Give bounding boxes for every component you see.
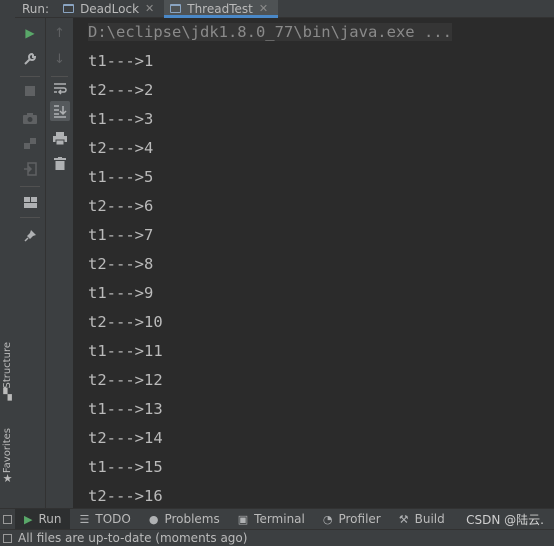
close-icon[interactable]: ✕ — [259, 2, 268, 15]
layout-button[interactable] — [15, 191, 45, 213]
scroll-to-end-icon — [49, 101, 70, 121]
pin-button[interactable] — [15, 224, 45, 246]
favorites-tab[interactable]: Favorites ★ — [0, 428, 15, 485]
structure-label: Structure — [2, 342, 13, 389]
run-icon: ▶ — [24, 512, 33, 526]
print-button[interactable] — [46, 127, 73, 149]
console-line: t2--->8 — [88, 255, 154, 273]
tab-label: ThreadTest — [187, 1, 253, 16]
play-icon: ▶ — [25, 26, 35, 40]
layout-icon — [20, 192, 40, 212]
console-line: t1--->11 — [88, 342, 163, 360]
stop-icon — [20, 81, 40, 101]
console-line: t1--->9 — [88, 284, 154, 302]
tool-window-label: Profiler — [338, 512, 381, 526]
run-toolbar-secondary: ↑ ↓ — [46, 18, 74, 508]
status-text: All files are up-to-date (moments ago) — [18, 531, 248, 545]
tool-window-build[interactable]: ⚒ Build — [390, 509, 454, 529]
separator — [20, 186, 40, 187]
camera-icon — [20, 108, 40, 128]
problems-icon: ● — [148, 512, 159, 526]
scroll-up-button[interactable]: ↑ — [46, 22, 73, 44]
console-icon — [170, 4, 182, 13]
tool-window-todo[interactable]: ☰ TODO — [70, 509, 139, 529]
tool-window-terminal[interactable]: ▣ Terminal — [229, 509, 314, 529]
tool-window-problems[interactable]: ● Problems — [140, 509, 229, 529]
command-text: D:\eclipse\jdk1.8.0_77\bin\java.exe ... — [88, 23, 452, 41]
separator — [20, 217, 40, 218]
pin-icon — [20, 225, 40, 245]
favorites-label: Favorites — [2, 428, 13, 474]
exit-button[interactable] — [15, 158, 45, 180]
arrow-down-icon: ↓ — [54, 51, 65, 67]
tool-window-run[interactable]: ▶ Run — [15, 509, 71, 529]
separator — [20, 76, 40, 77]
soft-wrap-button[interactable] — [46, 78, 73, 100]
tab-deadlock[interactable]: DeadLock ✕ — [57, 0, 164, 17]
structure-tab[interactable]: Structure ▚ — [0, 342, 15, 401]
console-line: t2--->2 — [88, 81, 154, 99]
status-bar: All files are up-to-date (moments ago) — [0, 529, 554, 546]
watermark: CSDN @陆云. — [466, 512, 544, 527]
trash-icon — [50, 153, 70, 173]
console-line: t2--->4 — [88, 139, 154, 157]
tool-window-label: Build — [414, 512, 445, 526]
console-line: t2--->12 — [88, 371, 163, 389]
toggle-tool-windows-icon[interactable] — [0, 509, 15, 529]
tool-window-label: Terminal — [254, 512, 305, 526]
build-icon: ⚒ — [398, 512, 409, 526]
console-command-line: D:\eclipse\jdk1.8.0_77\bin\java.exe ... — [74, 18, 554, 47]
soft-wrap-icon — [50, 79, 70, 99]
terminal-icon: ▣ — [237, 512, 249, 526]
restore-layout-button[interactable] — [15, 133, 45, 155]
console-icon — [63, 4, 75, 13]
console-line: t1--->3 — [88, 110, 154, 128]
print-icon — [50, 128, 70, 148]
dump-threads-button[interactable] — [15, 107, 45, 129]
restore-icon — [20, 134, 40, 154]
tab-threadtest[interactable]: ThreadTest ✕ — [164, 0, 279, 18]
run-toolbar-primary: ▶ — [15, 18, 46, 508]
separator — [51, 76, 68, 77]
console-line: t1--->7 — [88, 226, 154, 244]
arrow-up-icon: ↑ — [54, 25, 65, 41]
exit-icon — [20, 159, 40, 179]
run-header: Run: DeadLock ✕ ThreadTest ✕ — [15, 0, 554, 18]
console-line: t2--->6 — [88, 197, 154, 215]
console-line: t1--->15 — [88, 458, 163, 476]
left-tool-stripe: Structure ▚ Favorites ★ — [0, 0, 16, 508]
rerun-button[interactable]: ▶ — [15, 22, 45, 44]
tool-window-label: TODO — [95, 512, 131, 526]
profiler-icon: ◔ — [322, 512, 333, 526]
tool-window-label: Run — [38, 512, 62, 526]
wrench-icon — [20, 49, 40, 69]
todo-icon: ☰ — [79, 512, 90, 526]
structure-icon: ▚ — [3, 387, 12, 401]
console-line: t1--->1 — [88, 52, 154, 70]
console-line: t2--->14 — [88, 429, 163, 447]
clear-all-button[interactable] — [46, 152, 73, 174]
console-line: t1--->13 — [88, 400, 163, 418]
tool-window-label: Problems — [164, 512, 220, 526]
run-tool-window: Structure ▚ Favorites ★ Run: DeadLock ✕ … — [0, 0, 554, 546]
scroll-to-end-button[interactable] — [46, 100, 73, 122]
run-title: Run: — [22, 1, 50, 16]
stop-button[interactable] — [15, 80, 45, 102]
tab-label: DeadLock — [80, 1, 140, 16]
status-toggle-icon[interactable] — [3, 533, 12, 543]
console-line: t2--->16 — [88, 487, 163, 505]
console-line: t1--->5 — [88, 168, 154, 186]
close-icon[interactable]: ✕ — [145, 2, 154, 15]
console-line: t2--->10 — [88, 313, 163, 331]
console-output[interactable]: D:\eclipse\jdk1.8.0_77\bin\java.exe ... … — [74, 18, 554, 508]
tool-window-bar: ▶ Run ☰ TODO ● Problems ▣ Terminal ◔ Pro… — [0, 508, 554, 529]
tool-window-profiler[interactable]: ◔ Profiler — [314, 509, 390, 529]
modify-run-config-button[interactable] — [15, 48, 45, 70]
scroll-down-button[interactable]: ↓ — [46, 48, 73, 70]
star-icon: ★ — [2, 472, 13, 486]
